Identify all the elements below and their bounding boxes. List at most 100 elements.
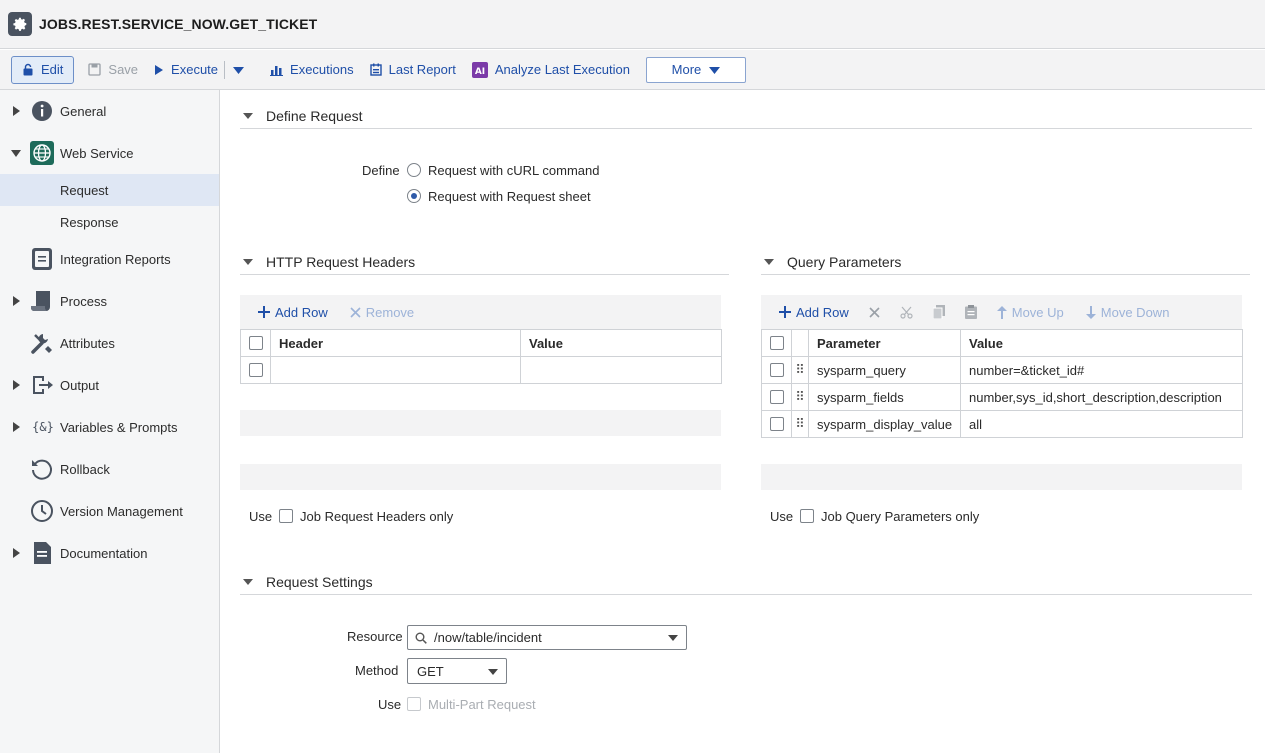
add-row-button[interactable]: Add Row bbox=[779, 305, 849, 320]
executions-button[interactable]: Executions bbox=[262, 56, 362, 84]
execute-label: Execute bbox=[171, 62, 219, 77]
table-row[interactable]: ⠿ sysparm_display_value all bbox=[761, 410, 1243, 438]
select-all-cell bbox=[761, 329, 792, 357]
row-checkbox[interactable] bbox=[769, 363, 784, 377]
chevron-down-icon[interactable] bbox=[488, 669, 498, 675]
collapse-caret-icon[interactable] bbox=[243, 112, 253, 119]
radio-request-sheet-label[interactable]: Request with Request sheet bbox=[428, 189, 591, 204]
edit-button[interactable]: Edit bbox=[11, 55, 75, 84]
remove-label: Remove bbox=[365, 304, 415, 320]
sidebar-item-label: Rollback bbox=[60, 461, 110, 477]
bar-chart-icon bbox=[270, 63, 284, 76]
sidebar: General Web Service Request Response Int… bbox=[0, 90, 220, 753]
drag-handle-icon[interactable]: ⠿ bbox=[791, 410, 809, 438]
sidebar-item-web-service[interactable]: Web Service bbox=[0, 132, 219, 174]
last-report-button[interactable]: Last Report bbox=[362, 56, 464, 84]
add-row-button[interactable]: Add Row bbox=[258, 305, 328, 320]
section-request-settings[interactable]: Request Settings bbox=[240, 569, 1252, 595]
job-request-headers-only-label[interactable]: Job Request Headers only bbox=[300, 509, 453, 524]
value-cell[interactable]: number=&ticket_id# bbox=[960, 356, 1243, 384]
copy-icon[interactable] bbox=[932, 305, 945, 319]
section-query-parameters[interactable]: Query Parameters bbox=[761, 249, 1250, 275]
value-cell[interactable]: number,sys_id,short_description,descript… bbox=[960, 383, 1243, 411]
chevron-down-icon[interactable] bbox=[668, 635, 678, 641]
column-header-value[interactable]: Value bbox=[960, 329, 1243, 357]
method-value: GET bbox=[417, 663, 444, 679]
collapse-caret-icon[interactable] bbox=[764, 258, 774, 265]
value-cell[interactable] bbox=[520, 356, 722, 384]
drag-handle-icon[interactable]: ⠿ bbox=[791, 356, 809, 384]
table-row[interactable]: ⠿ sysparm_query number=&ticket_id# bbox=[761, 356, 1243, 384]
variables-icon: {&} bbox=[32, 420, 54, 434]
expand-arrow-icon[interactable] bbox=[11, 380, 21, 390]
section-http-request-headers[interactable]: HTTP Request Headers bbox=[240, 249, 729, 275]
multi-part-request-checkbox[interactable] bbox=[407, 697, 421, 711]
drag-handle-icon[interactable]: ⠿ bbox=[791, 383, 809, 411]
collapse-caret-icon[interactable] bbox=[243, 578, 253, 585]
move-up-button[interactable]: Move Up bbox=[996, 304, 1064, 320]
save-button[interactable]: Save bbox=[80, 56, 146, 84]
sidebar-item-version-management[interactable]: Version Management bbox=[0, 490, 219, 532]
parameter-cell[interactable]: sysparm_fields bbox=[808, 383, 961, 411]
select-all-checkbox[interactable] bbox=[248, 336, 263, 350]
sidebar-subitem-label: Request bbox=[60, 182, 109, 198]
lock-icon bbox=[22, 63, 34, 76]
row-checkbox-cell bbox=[761, 356, 792, 384]
sidebar-subitem-request[interactable]: Request bbox=[0, 174, 219, 206]
sidebar-item-rollback[interactable]: Rollback bbox=[0, 448, 219, 490]
sidebar-item-documentation[interactable]: Documentation bbox=[0, 532, 219, 574]
parameter-cell[interactable]: sysparm_display_value bbox=[808, 410, 961, 438]
parameter-cell[interactable]: sysparm_query bbox=[808, 356, 961, 384]
job-query-parameters-only-checkbox[interactable] bbox=[800, 509, 814, 523]
job-query-parameters-only-label[interactable]: Job Query Parameters only bbox=[821, 509, 979, 524]
analyze-last-execution-button[interactable]: AI Analyze Last Execution bbox=[464, 56, 638, 84]
header-cell[interactable] bbox=[270, 356, 521, 384]
expand-arrow-icon[interactable] bbox=[11, 296, 21, 306]
select-all-checkbox[interactable] bbox=[769, 336, 784, 350]
column-header-parameter[interactable]: Parameter bbox=[808, 329, 961, 357]
row-checkbox[interactable] bbox=[769, 390, 784, 404]
radio-curl-label[interactable]: Request with cURL command bbox=[428, 163, 599, 178]
move-down-button[interactable]: Move Down bbox=[1085, 304, 1170, 320]
table-row[interactable] bbox=[240, 356, 722, 384]
value-cell[interactable]: all bbox=[960, 410, 1243, 438]
more-button[interactable]: More bbox=[645, 56, 746, 83]
column-header-header[interactable]: Header bbox=[270, 329, 521, 357]
sidebar-item-attributes[interactable]: Attributes bbox=[0, 322, 219, 364]
expand-arrow-icon[interactable] bbox=[11, 106, 21, 116]
cut-icon[interactable] bbox=[900, 306, 913, 319]
close-icon[interactable] bbox=[869, 306, 880, 318]
expand-arrow-icon[interactable] bbox=[11, 422, 21, 432]
multi-part-request-label[interactable]: Multi-Part Request bbox=[428, 697, 536, 712]
move-up-label: Move Up bbox=[1011, 304, 1064, 320]
sidebar-item-general[interactable]: General bbox=[0, 90, 219, 132]
table-header-row: Parameter Value bbox=[761, 329, 1243, 357]
radio-request-sheet[interactable] bbox=[407, 189, 421, 203]
row-checkbox[interactable] bbox=[769, 417, 784, 431]
table-row[interactable]: ⠿ sysparm_fields number,sys_id,short_des… bbox=[761, 383, 1243, 411]
resource-combobox[interactable]: /now/table/incident bbox=[407, 625, 687, 650]
sidebar-item-process[interactable]: Process bbox=[0, 280, 219, 322]
move-down-label: Move Down bbox=[1100, 304, 1170, 320]
job-request-headers-only-checkbox[interactable] bbox=[279, 509, 293, 523]
method-select[interactable]: GET bbox=[407, 658, 507, 684]
collapse-caret-icon[interactable] bbox=[243, 258, 253, 265]
chevron-down-icon bbox=[233, 62, 245, 77]
row-checkbox[interactable] bbox=[248, 363, 263, 377]
sidebar-subitem-response[interactable]: Response bbox=[0, 206, 219, 238]
sidebar-item-output[interactable]: Output bbox=[0, 364, 219, 406]
sidebar-item-label: Attributes bbox=[60, 335, 115, 351]
paste-icon[interactable] bbox=[964, 305, 977, 319]
collapse-arrow-icon[interactable] bbox=[11, 148, 21, 158]
execute-button[interactable]: Execute bbox=[146, 56, 224, 84]
execute-dropdown-button[interactable] bbox=[227, 56, 252, 84]
expand-arrow-icon[interactable] bbox=[11, 548, 21, 558]
column-header-value[interactable]: Value bbox=[520, 329, 722, 357]
sidebar-item-variables-prompts[interactable]: {&} Variables & Prompts bbox=[0, 406, 219, 448]
sidebar-item-label: Variables & Prompts bbox=[60, 419, 178, 435]
radio-curl[interactable] bbox=[407, 163, 421, 177]
remove-button[interactable]: Remove bbox=[350, 305, 414, 320]
sidebar-item-integration-reports[interactable]: Integration Reports bbox=[0, 238, 219, 280]
section-define-request[interactable]: Define Request bbox=[240, 103, 1252, 129]
section-title: HTTP Request Headers bbox=[266, 253, 416, 270]
